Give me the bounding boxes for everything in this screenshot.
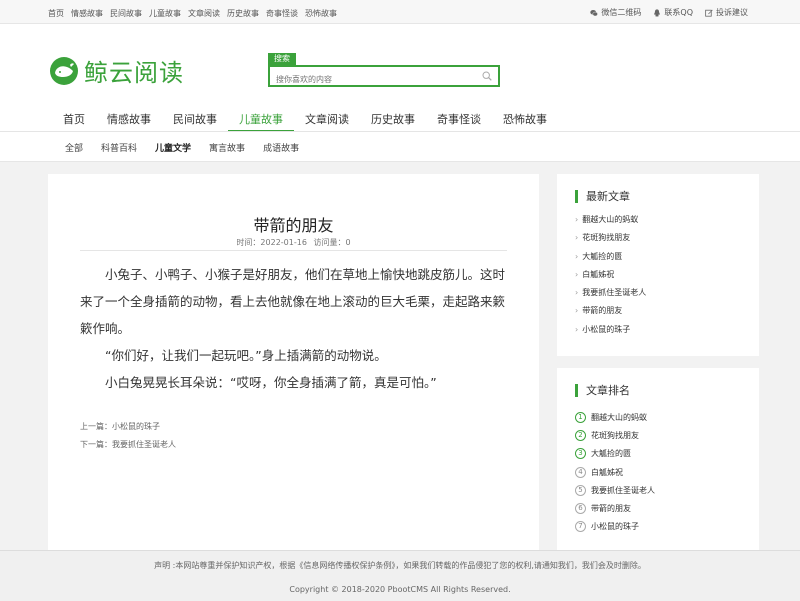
ranking-item-label: 白觚姊祝: [591, 467, 623, 477]
rank-number: 2: [575, 429, 586, 441]
latest-articles-list: 翻越大山的蚂蚁 花斑狗找朋友 大觚捡的匮 白觚姊祝 我要抓住圣诞老人 带箭的朋友…: [575, 213, 646, 341]
article-panel: 带箭的朋友 时间：2022-01-16 访问量：0 小兔子、小鸭子、小猴子是好朋…: [48, 174, 539, 550]
top-link-children[interactable]: 儿童故事: [149, 8, 181, 19]
nav-item-home[interactable]: 首页: [52, 109, 96, 131]
ranking-item-label: 小松鼠的珠子: [591, 522, 639, 532]
latest-article-item[interactable]: 花斑狗找朋友: [575, 231, 646, 249]
article-paragraph: 小兔子、小鸭子、小猴子是好朋友，他们在草地上愉快地跳皮筋儿。这时来了一个全身插箭…: [80, 267, 506, 336]
top-bar: 首页 情感故事 民间故事 儿童故事 文章阅读 历史故事 奇事怪谈 恐怖故事 微信…: [0, 0, 800, 24]
main-nav: 首页 情感故事 民间故事 儿童故事 文章阅读 历史故事 奇事怪谈 恐怖故事: [52, 109, 558, 132]
article-divider: [80, 250, 507, 251]
prev-article-link[interactable]: 上一篇：小松鼠的珠子: [80, 418, 176, 436]
nav-item-strange[interactable]: 奇事怪谈: [426, 109, 492, 131]
ranking-item[interactable]: 1 翻越大山的蚂蚁: [575, 408, 655, 426]
latest-article-item[interactable]: 带箭的朋友: [575, 304, 646, 322]
ranking-item[interactable]: 6 带箭的朋友: [575, 499, 655, 517]
ranking-item[interactable]: 5 我要抓住圣诞老人: [575, 481, 655, 499]
rank-number: 3: [575, 448, 586, 460]
nav-item-emotion[interactable]: 情感故事: [96, 109, 162, 131]
rank-number: 4: [575, 466, 586, 478]
latest-article-item[interactable]: 白觚姊祝: [575, 268, 646, 286]
footer-copyright: Copyright © 2018-2020 PbootCMS All Right…: [289, 585, 511, 594]
article-meta: 时间：2022-01-16 访问量：0: [48, 237, 539, 248]
article-title: 带箭的朋友: [253, 216, 334, 235]
top-link-reading[interactable]: 文章阅读: [188, 8, 220, 19]
whale-logo-icon: [50, 56, 78, 85]
article-body: 小兔子、小鸭子、小猴子是好朋友，他们在草地上愉快地跳皮筋儿。这时来了一个全身插箭…: [80, 261, 512, 396]
prev-next-links: 上一篇：小松鼠的珠子 下一篇：我要抓住圣诞老人: [80, 418, 176, 454]
next-article-link[interactable]: 下一篇：我要抓住圣诞老人: [80, 436, 176, 454]
subnav-item-idioms[interactable]: 成语故事: [263, 141, 299, 154]
ranking-item[interactable]: 2 花斑狗找朋友: [575, 426, 655, 444]
ranking-item-label: 花斑狗找朋友: [591, 430, 639, 440]
feedback-label: 投诉建议: [716, 8, 748, 17]
ranking-item-label: 翻越大山的蚂蚁: [591, 412, 647, 422]
wechat-icon: [590, 9, 599, 16]
rank-number: 5: [575, 484, 586, 496]
top-link-horror[interactable]: 恐怖故事: [305, 8, 337, 19]
ranking-item[interactable]: 3 大觚捡的匮: [575, 445, 655, 463]
latest-article-item[interactable]: 我要抓住圣诞老人: [575, 286, 646, 304]
site-footer: 声明 :本网站尊重并保护知识产权，根据《信息网络传播权保护条例》，如果我们转载的…: [0, 550, 800, 601]
feedback-link[interactable]: 投诉建议: [705, 7, 748, 18]
edit-icon: [705, 9, 713, 17]
top-link-folk[interactable]: 民间故事: [110, 8, 142, 19]
wechat-label: 微信二维码: [601, 8, 642, 17]
ranking-title: 文章排名: [575, 384, 630, 397]
qq-icon: [654, 8, 661, 16]
site-header: 鲸云阅读 搜索 首页 情感故事 民间故事 儿童故事 文章阅读 历史故事 奇事怪谈…: [0, 24, 800, 132]
ranking-item-label: 我要抓住圣诞老人: [591, 485, 655, 495]
site-logo[interactable]: 鲸云阅读: [50, 53, 184, 88]
search-icon[interactable]: [482, 71, 492, 81]
sub-nav: 全部 科普百科 儿童文学 寓言故事 成语故事: [0, 132, 800, 162]
article-paragraph: 小白兔晃晃长耳朵说：“哎呀，你全身插满了箭，真是可怕。”: [105, 375, 437, 390]
subnav-item-all[interactable]: 全部: [65, 141, 83, 154]
nav-item-children[interactable]: 儿童故事: [228, 109, 294, 132]
latest-articles-title: 最新文章: [575, 190, 630, 203]
qq-contact-link[interactable]: 联系QQ: [653, 7, 693, 18]
footer-notice: 声明 :本网站尊重并保护知识产权，根据《信息网络传播权保护条例》，如果我们转载的…: [154, 561, 646, 570]
latest-article-item[interactable]: 大觚捡的匮: [575, 250, 646, 268]
top-link-home[interactable]: 首页: [48, 8, 64, 19]
article-paragraph: “你们好，让我们一起玩吧。”身上插满箭的动物说。: [105, 348, 387, 363]
logo-text: 鲸云阅读: [84, 59, 184, 87]
nav-item-history[interactable]: 历史故事: [360, 109, 426, 131]
rank-number: 1: [575, 411, 586, 423]
latest-article-item[interactable]: 小松鼠的珠子: [575, 323, 646, 341]
search-box: [268, 65, 500, 89]
latest-articles-panel: 最新文章 翻越大山的蚂蚁 花斑狗找朋友 大觚捡的匮 白觚姊祝 我要抓住圣诞老人 …: [557, 174, 759, 356]
top-link-strange[interactable]: 奇事怪谈: [266, 8, 298, 19]
nav-item-folk[interactable]: 民间故事: [162, 109, 228, 131]
ranking-item[interactable]: 4 白觚姊祝: [575, 463, 655, 481]
search-tab-label: 搜索: [268, 53, 296, 65]
ranking-panel: 文章排名 1 翻越大山的蚂蚁 2 花斑狗找朋友 3 大觚捡的匮 4 白觚姊祝 5 我要抓住…: [557, 368, 759, 550]
ranking-item-label: 带箭的朋友: [591, 504, 631, 514]
subnav-item-children-lit[interactable]: 儿童文学: [155, 141, 191, 154]
top-links: 首页 情感故事 民间故事 儿童故事 文章阅读 历史故事 奇事怪谈 恐怖故事: [48, 8, 337, 19]
article-date: 时间：2022-01-16: [236, 238, 307, 247]
wechat-qrcode-link[interactable]: 微信二维码: [590, 7, 641, 18]
qq-label: 联系QQ: [664, 8, 693, 17]
article-views: 访问量：0: [313, 238, 351, 247]
rank-number: 6: [575, 503, 586, 515]
ranking-list: 1 翻越大山的蚂蚁 2 花斑狗找朋友 3 大觚捡的匮 4 白觚姊祝 5 我要抓住圣诞老人 …: [575, 408, 655, 536]
nav-item-horror[interactable]: 恐怖故事: [492, 109, 558, 131]
subnav-item-fables[interactable]: 寓言故事: [209, 141, 245, 154]
top-link-history[interactable]: 历史故事: [227, 8, 259, 19]
ranking-item[interactable]: 7 小松鼠的珠子: [575, 518, 655, 536]
search-input[interactable]: [270, 70, 470, 89]
ranking-item-label: 大觚捡的匮: [591, 449, 631, 459]
top-link-emotion[interactable]: 情感故事: [71, 8, 103, 19]
latest-article-item[interactable]: 翻越大山的蚂蚁: [575, 213, 646, 231]
rank-number: 7: [575, 521, 586, 533]
subnav-item-science[interactable]: 科普百科: [101, 141, 137, 154]
nav-item-reading[interactable]: 文章阅读: [294, 109, 360, 131]
